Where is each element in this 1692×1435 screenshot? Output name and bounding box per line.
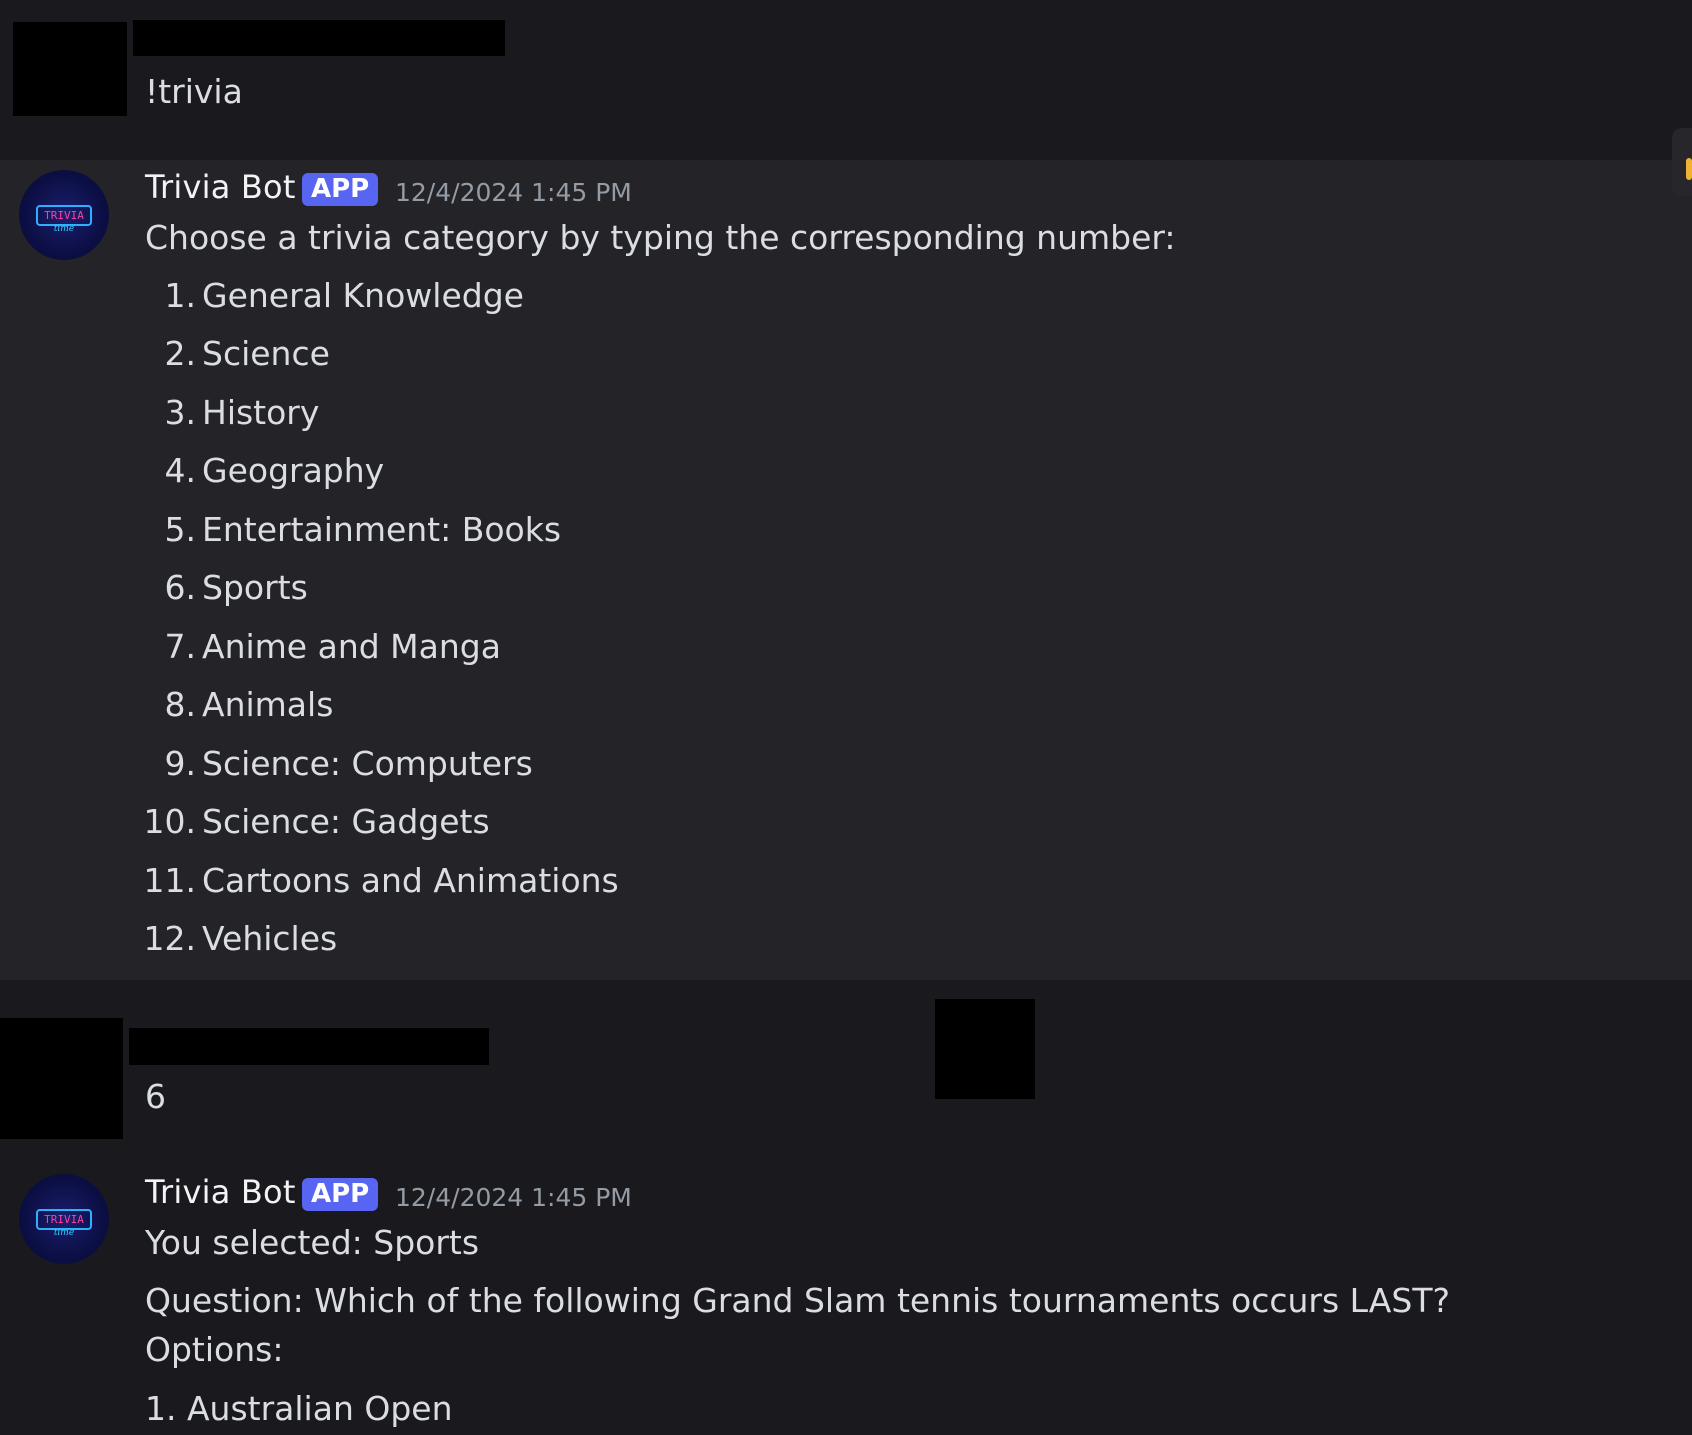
message-text: 6 [145,1077,166,1116]
bot-avatar[interactable]: TRIVIA time [19,170,109,260]
svg-text:TRIVIA: TRIVIA [44,209,84,222]
list-item: Cartoons and Animations [202,861,619,900]
list-item: General Knowledge [202,276,524,315]
bot-message-categories: TRIVIA time Trivia Bot APP 12/4/2024 1:4… [0,160,1692,980]
list-number: 11. [143,861,196,900]
user-message-1: !trivia [0,0,1692,150]
redacted-avatar [13,22,127,116]
list-item: Science [202,334,330,373]
list-item: Science: Gadgets [202,802,490,841]
app-badge: APP [302,173,379,206]
selected-category-text: You selected: Sports [145,1223,480,1262]
list-item: Anime and Manga [202,627,501,666]
list-item: Animals [202,685,334,724]
redacted-username [133,20,505,56]
question-text: Question: Which of the following Grand S… [145,1281,1450,1320]
scroll-edge-indicator[interactable] [1672,128,1692,196]
list-number: 9. [164,744,197,783]
message-text: !trivia [145,72,243,111]
list-item: Geography [202,451,385,490]
bot-avatar[interactable]: TRIVIA time [19,1174,109,1264]
message-intro: Choose a trivia category by typing the c… [145,218,1176,257]
redacted-block [935,999,1035,1099]
bot-message-question: TRIVIA time Trivia Bot APP 12/4/2024 1:4… [0,1160,1692,1435]
redacted-username [129,1028,489,1065]
svg-text:TRIVIA: TRIVIA [44,1213,84,1226]
app-badge: APP [302,1178,379,1211]
user-message-2: 6 [0,990,1692,1140]
author-name[interactable]: Trivia Bot [145,168,296,206]
list-item: History [202,393,320,432]
list-number: 12. [143,919,196,958]
list-item: Science: Computers [202,744,533,783]
list-item: Vehicles [202,919,338,958]
timestamp: 12/4/2024 1:45 PM [395,1183,632,1212]
list-number: 1. [164,276,197,315]
answer-option: 1. Australian Open [145,1389,453,1428]
svg-text:time: time [54,224,74,234]
author-name[interactable]: Trivia Bot [145,1173,296,1211]
trivia-time-logo-icon: TRIVIA time [36,1209,92,1238]
list-number: 7. [164,627,197,666]
svg-text:time: time [54,1228,74,1238]
list-item: Entertainment: Books [202,510,562,549]
list-item: Sports [202,568,308,607]
options-label: Options: [145,1330,284,1369]
timestamp: 12/4/2024 1:45 PM [395,178,632,207]
list-number: 10. [143,802,196,841]
list-number: 4. [164,451,197,490]
list-number: 6. [164,568,197,607]
redacted-avatar [0,1018,123,1139]
trivia-time-logo-icon: TRIVIA time [36,205,92,234]
list-number: 2. [164,334,197,373]
list-number: 5. [164,510,197,549]
list-number: 8. [164,685,197,724]
list-number: 3. [164,393,197,432]
